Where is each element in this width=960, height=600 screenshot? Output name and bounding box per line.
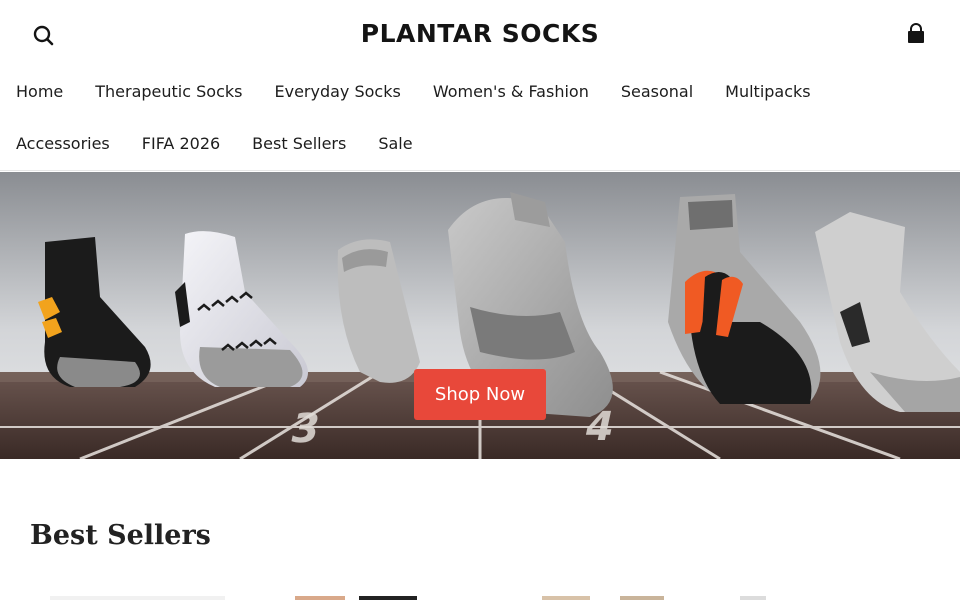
shopping-bag-icon: [908, 23, 924, 43]
cart-button[interactable]: [902, 20, 930, 48]
site-logo[interactable]: PLANTAR SOCKS: [0, 19, 960, 48]
nav-row-2: Accessories FIFA 2026 Best Sellers Sale: [16, 134, 413, 153]
hero-banner: 3 4 Shop Now: [0, 172, 960, 459]
main-navigation: Home Therapeutic Socks Everyday Socks Wo…: [0, 68, 960, 171]
nav-item-sale[interactable]: Sale: [378, 134, 412, 153]
search-button[interactable]: [30, 22, 56, 48]
product-card-peek[interactable]: [295, 596, 345, 600]
best-sellers-title: Best Sellers: [30, 520, 211, 551]
product-card-peek[interactable]: [542, 596, 590, 600]
nav-item-best-sellers[interactable]: Best Sellers: [252, 134, 346, 153]
nav-item-accessories[interactable]: Accessories: [16, 134, 110, 153]
product-card-peek[interactable]: [50, 596, 225, 600]
product-card-peek[interactable]: [740, 596, 766, 600]
nav-item-everyday-socks[interactable]: Everyday Socks: [274, 82, 400, 101]
nav-item-seasonal[interactable]: Seasonal: [621, 82, 693, 101]
nav-row-1: Home Therapeutic Socks Everyday Socks Wo…: [16, 82, 811, 101]
nav-item-multipacks[interactable]: Multipacks: [725, 82, 810, 101]
nav-item-womens-fashion[interactable]: Women's & Fashion: [433, 82, 589, 101]
header: PLANTAR SOCKS: [0, 0, 960, 68]
product-card-peek[interactable]: [359, 596, 417, 600]
search-icon: [33, 25, 54, 46]
shop-now-button[interactable]: Shop Now: [414, 369, 546, 420]
nav-item-fifa-2026[interactable]: FIFA 2026: [142, 134, 220, 153]
nav-item-home[interactable]: Home: [16, 82, 63, 101]
product-card-peek[interactable]: [620, 596, 664, 600]
nav-item-therapeutic-socks[interactable]: Therapeutic Socks: [95, 82, 242, 101]
